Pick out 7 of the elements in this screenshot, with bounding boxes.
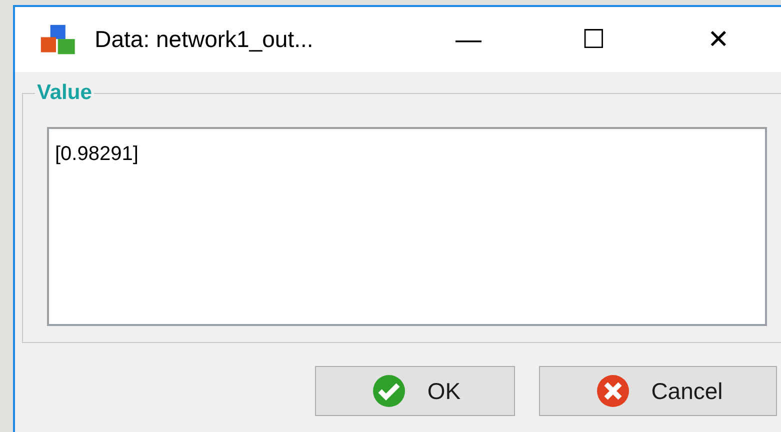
value-field[interactable]: [0.98291]	[47, 127, 767, 326]
cancel-button[interactable]: Cancel	[539, 366, 777, 416]
maximize-button[interactable]: ☐	[531, 14, 656, 64]
window-title: Data: network1_out...	[94, 25, 314, 54]
minimize-button[interactable]: —	[406, 14, 531, 64]
ok-button[interactable]: OK	[315, 366, 515, 416]
close-button[interactable]: ✕	[656, 14, 781, 64]
